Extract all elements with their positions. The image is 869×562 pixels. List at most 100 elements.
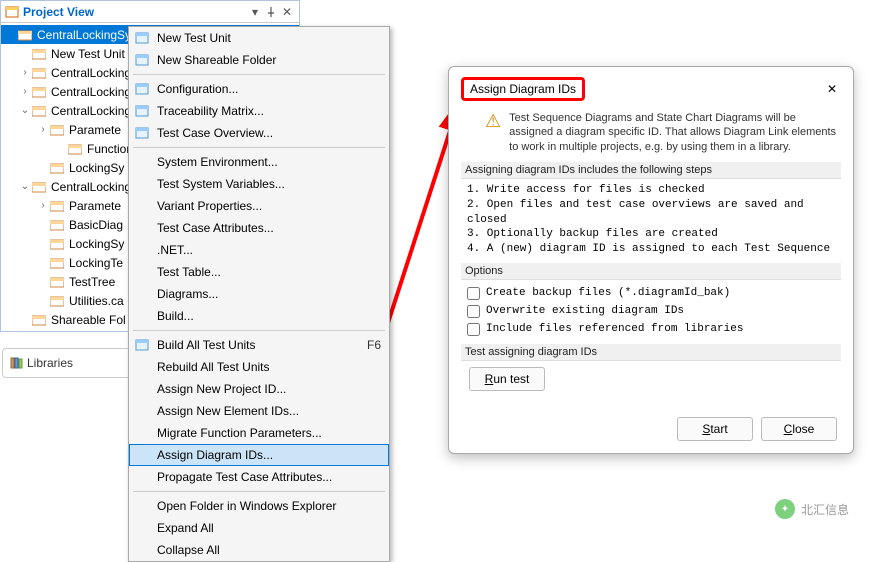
tree-node-icon	[49, 293, 65, 309]
menu-item-label: Build...	[157, 309, 194, 323]
menu-item[interactable]: Variant Properties...	[129, 195, 389, 217]
menu-item[interactable]: Configuration...	[129, 78, 389, 100]
tree-node-icon	[31, 179, 47, 195]
test-header: Test assigning diagram IDs	[461, 344, 841, 361]
tree-item-label: Utilities.ca	[67, 294, 124, 308]
opt-backup-label: Create backup files (*.diagramId_bak)	[486, 287, 730, 299]
tree-node-icon	[31, 65, 47, 81]
watermark: ✦ 北汇信息	[775, 499, 849, 519]
menu-item[interactable]: System Environment...	[129, 151, 389, 173]
run-test-button[interactable]: Run test	[469, 367, 545, 391]
tree-node-icon	[67, 141, 83, 157]
menu-item-label: Test Case Attributes...	[157, 221, 274, 235]
menu-item-label: Expand All	[157, 521, 214, 535]
opt-include-label: Include files referenced from libraries	[486, 323, 743, 335]
menu-item-label: Assign Diagram IDs...	[157, 448, 273, 462]
panel-title-wrap: Project View	[5, 5, 247, 19]
tree-twisty[interactable]: ⌄	[19, 105, 31, 116]
tree-item-label: New Test Unit	[49, 47, 125, 61]
menu-item[interactable]: Assign New Element IDs...	[129, 400, 389, 422]
opt-backup[interactable]: Create backup files (*.diagramId_bak)	[467, 284, 835, 302]
tree-node-icon	[49, 122, 65, 138]
project-view-header: Project View ▾ ✕	[1, 1, 299, 23]
tree-item-label: LockingSy	[67, 237, 124, 251]
menu-item-label: Open Folder in Windows Explorer	[157, 499, 336, 513]
tree-node-icon	[49, 274, 65, 290]
steps-text: 1. Write access for files is checked 2. …	[461, 179, 841, 261]
menu-item[interactable]: Expand All	[129, 517, 389, 539]
tree-twisty[interactable]: ›	[37, 200, 49, 211]
menu-item[interactable]: Assign Diagram IDs...	[129, 444, 389, 466]
menu-item-icon	[133, 51, 151, 69]
pin-icon[interactable]	[263, 4, 279, 20]
opt-backup-checkbox[interactable]	[467, 287, 480, 300]
project-icon	[5, 5, 19, 19]
menu-item[interactable]: New Shareable Folder	[129, 49, 389, 71]
dialog-close-button[interactable]: ✕	[823, 80, 841, 98]
panel-title: Project View	[23, 5, 94, 19]
menu-item-icon	[133, 124, 151, 142]
tree-item-label: CentralLocking	[49, 104, 131, 118]
tree-node-icon	[31, 312, 47, 328]
opt-include-checkbox[interactable]	[467, 323, 480, 336]
menu-item[interactable]: Diagrams...	[129, 283, 389, 305]
menu-item[interactable]: Traceability Matrix...	[129, 100, 389, 122]
opt-overwrite-label: Overwrite existing diagram IDs	[486, 305, 684, 317]
menu-item[interactable]: New Test Unit	[129, 27, 389, 49]
menu-item-label: Traceability Matrix...	[157, 104, 264, 118]
menu-item[interactable]: Assign New Project ID...	[129, 378, 389, 400]
menu-item-icon	[133, 80, 151, 98]
menu-item[interactable]: Collapse All	[129, 539, 389, 561]
tree-twisty[interactable]: ›	[19, 67, 31, 78]
watermark-text: 北汇信息	[801, 501, 849, 518]
tree-item-label: BasicDiag	[67, 218, 123, 232]
menu-separator	[133, 491, 385, 492]
dialog-info-text: Test Sequence Diagrams and State Chart D…	[509, 111, 841, 154]
tree-twisty[interactable]: ⌄	[19, 181, 31, 192]
tree-item-label: CentralLocking	[49, 66, 131, 80]
menu-item-label: Rebuild All Test Units	[157, 360, 270, 374]
opt-overwrite-checkbox[interactable]	[467, 305, 480, 318]
tree-item-label: CentralLocking	[49, 85, 131, 99]
menu-item-label: Assign New Element IDs...	[157, 404, 299, 418]
menu-item-label: New Shareable Folder	[157, 53, 276, 67]
menu-item-label: Propagate Test Case Attributes...	[157, 470, 332, 484]
panel-dropdown[interactable]: ▾	[247, 4, 263, 20]
menu-item[interactable]: Test Table...	[129, 261, 389, 283]
menu-item-label: Diagrams...	[157, 287, 218, 301]
tree-item-label: TestTree	[67, 275, 115, 289]
tree-item-label: CentralLocking	[49, 180, 131, 194]
menu-item[interactable]: Test Case Overview...	[129, 122, 389, 144]
menu-item[interactable]: Test Case Attributes...	[129, 217, 389, 239]
options-header: Options	[461, 263, 841, 280]
panel-close[interactable]: ✕	[279, 4, 295, 20]
tree-node-icon	[49, 160, 65, 176]
menu-item-label: New Test Unit	[157, 31, 231, 45]
menu-item[interactable]: Propagate Test Case Attributes...	[129, 466, 389, 488]
tree-item-label: Paramete	[67, 199, 121, 213]
tree-node-icon	[31, 84, 47, 100]
opt-overwrite[interactable]: Overwrite existing diagram IDs	[467, 302, 835, 320]
tree-item-label: Shareable Fol	[49, 313, 126, 327]
tree-item-label: Paramete	[67, 123, 121, 137]
tree-node-icon	[49, 217, 65, 233]
tree-node-icon	[49, 255, 65, 271]
close-button[interactable]: Close	[761, 417, 837, 441]
tree-node-icon	[49, 236, 65, 252]
tree-twisty[interactable]: ›	[37, 124, 49, 135]
opt-include[interactable]: Include files referenced from libraries	[467, 320, 835, 338]
tree-node-icon	[49, 198, 65, 214]
menu-shortcut: F6	[367, 338, 381, 352]
menu-item[interactable]: Open Folder in Windows Explorer	[129, 495, 389, 517]
menu-item[interactable]: .NET...	[129, 239, 389, 261]
menu-item[interactable]: Migrate Function Parameters...	[129, 422, 389, 444]
assign-diagram-ids-dialog: Assign Diagram IDs ✕ ⚠ Test Sequence Dia…	[448, 66, 854, 454]
menu-item-label: Test Table...	[157, 265, 221, 279]
menu-item-label: Variant Properties...	[157, 199, 262, 213]
menu-item[interactable]: Build...	[129, 305, 389, 327]
menu-item[interactable]: Rebuild All Test Units	[129, 356, 389, 378]
start-button[interactable]: Start	[677, 417, 753, 441]
menu-item[interactable]: Build All Test UnitsF6	[129, 334, 389, 356]
tree-twisty[interactable]: ›	[19, 86, 31, 97]
menu-item[interactable]: Test System Variables...	[129, 173, 389, 195]
